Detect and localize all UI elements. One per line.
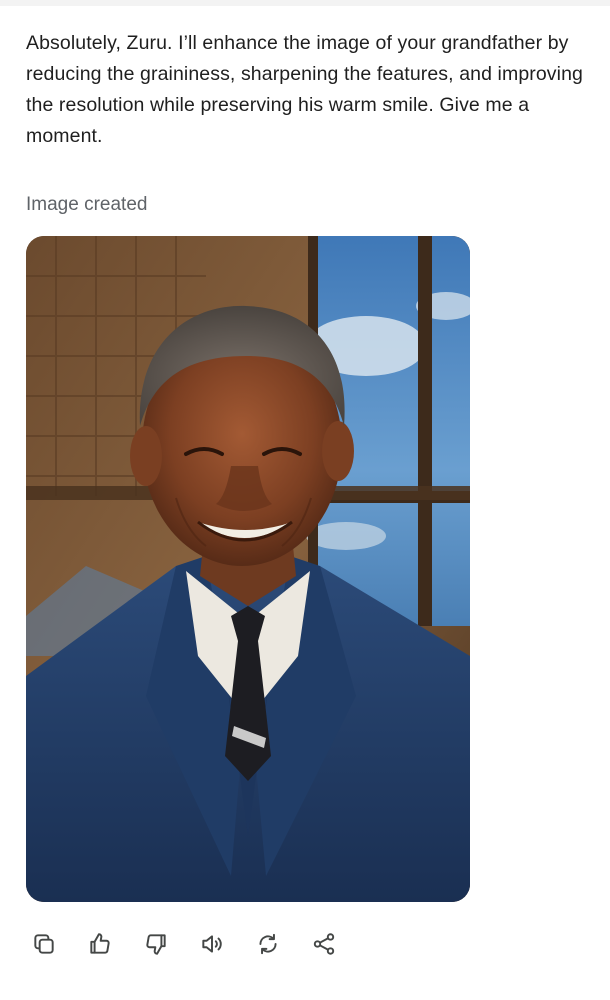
thumbs-down-button[interactable] xyxy=(138,926,174,962)
copy-button[interactable] xyxy=(26,926,62,962)
share-icon xyxy=(313,933,335,955)
regenerate-icon xyxy=(259,933,277,955)
share-button[interactable] xyxy=(306,926,342,962)
speaker-icon xyxy=(202,935,222,953)
thumbs-up-icon xyxy=(90,933,110,954)
message-action-bar xyxy=(26,926,342,962)
assistant-message-text: Absolutely, Zuru. I’ll enhance the image… xyxy=(26,32,583,147)
thumbs-down-icon xyxy=(146,934,166,955)
thumbs-up-button[interactable] xyxy=(82,926,118,962)
image-caption: Image created xyxy=(26,194,148,215)
regenerate-button[interactable] xyxy=(250,926,286,962)
top-divider xyxy=(0,0,610,6)
copy-icon xyxy=(34,934,54,954)
read-aloud-button[interactable] xyxy=(194,926,230,962)
generated-image[interactable] xyxy=(26,236,470,902)
